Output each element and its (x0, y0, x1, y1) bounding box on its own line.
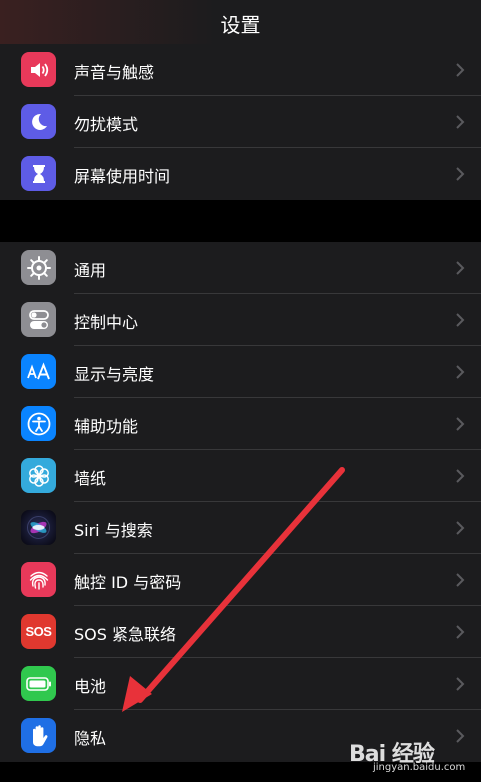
settings-row-label: 控制中心 (74, 313, 139, 332)
settings-row-touch-id-passcode[interactable]: 触控 ID 与密码 (0, 554, 481, 606)
fingerprint-icon (21, 562, 56, 597)
chevron-right-icon (456, 63, 465, 77)
settings-row-wallpaper[interactable]: 墙纸 (0, 450, 481, 502)
settings-row-label: 触控 ID 与密码 (74, 573, 182, 592)
settings-row-label: 墙纸 (74, 469, 107, 488)
page-title: 设置 (220, 13, 261, 37)
sos-icon: SOS (21, 614, 56, 649)
chevron-right-icon (456, 677, 465, 691)
settings-row-general[interactable]: 通用 (0, 242, 481, 294)
settings-row-privacy[interactable]: 隐私 (0, 710, 481, 762)
settings-row-do-not-disturb[interactable]: 勿扰模式 (0, 96, 481, 148)
toggles-icon (21, 302, 56, 337)
settings-row-emergency-sos[interactable]: SOS SOS 紧急联络 (0, 606, 481, 658)
chevron-right-icon (456, 469, 465, 483)
siri-icon (21, 510, 56, 545)
settings-row-label: 通用 (74, 261, 107, 280)
chevron-right-icon (456, 313, 465, 327)
section-gap (0, 200, 481, 242)
settings-group-2: 通用 控制中心 显示与亮度 辅助功能 墙纸 Siri 与搜索 触控 ID 与密码… (0, 242, 481, 762)
chevron-right-icon (456, 573, 465, 587)
settings-row-accessibility[interactable]: 辅助功能 (0, 398, 481, 450)
chevron-right-icon (456, 261, 465, 275)
settings-row-battery[interactable]: 电池 (0, 658, 481, 710)
hand-icon (21, 718, 56, 753)
settings-row-display-brightness[interactable]: 显示与亮度 (0, 346, 481, 398)
settings-row-label: 电池 (74, 677, 107, 696)
chevron-right-icon (456, 729, 465, 743)
chevron-right-icon (456, 417, 465, 431)
flower-icon (21, 458, 56, 493)
navigation-bar: 设置 (0, 0, 481, 48)
gear-icon (21, 250, 56, 285)
chevron-right-icon (456, 625, 465, 639)
settings-row-label: 显示与亮度 (74, 365, 155, 384)
chevron-right-icon (456, 365, 465, 379)
chevron-right-icon (456, 115, 465, 129)
settings-row-label: 声音与触感 (74, 63, 155, 82)
hourglass-icon (21, 156, 56, 191)
settings-row-label: Siri 与搜索 (74, 521, 153, 540)
moon-icon (21, 104, 56, 139)
settings-row-screen-time[interactable]: 屏幕使用时间 (0, 148, 481, 200)
chevron-right-icon (456, 521, 465, 535)
speaker-icon (21, 52, 56, 87)
settings-row-label: 辅助功能 (74, 417, 139, 436)
settings-row-control-center[interactable]: 控制中心 (0, 294, 481, 346)
settings-group-1: 声音与触感 勿扰模式 屏幕使用时间 (0, 44, 481, 200)
settings-row-label: SOS 紧急联络 (74, 625, 176, 644)
sos-icon-text: SOS (25, 624, 52, 639)
text-size-icon (21, 354, 56, 389)
settings-row-label: 勿扰模式 (74, 115, 139, 134)
battery-icon (21, 666, 56, 701)
accessibility-icon (21, 406, 56, 441)
settings-row-siri-search[interactable]: Siri 与搜索 (0, 502, 481, 554)
settings-row-sounds[interactable]: 声音与触感 (0, 44, 481, 96)
settings-row-label: 隐私 (74, 729, 107, 748)
chevron-right-icon (456, 167, 465, 181)
watermark-url: jingyan.baidu.com (373, 762, 466, 773)
settings-row-label: 屏幕使用时间 (74, 167, 171, 186)
